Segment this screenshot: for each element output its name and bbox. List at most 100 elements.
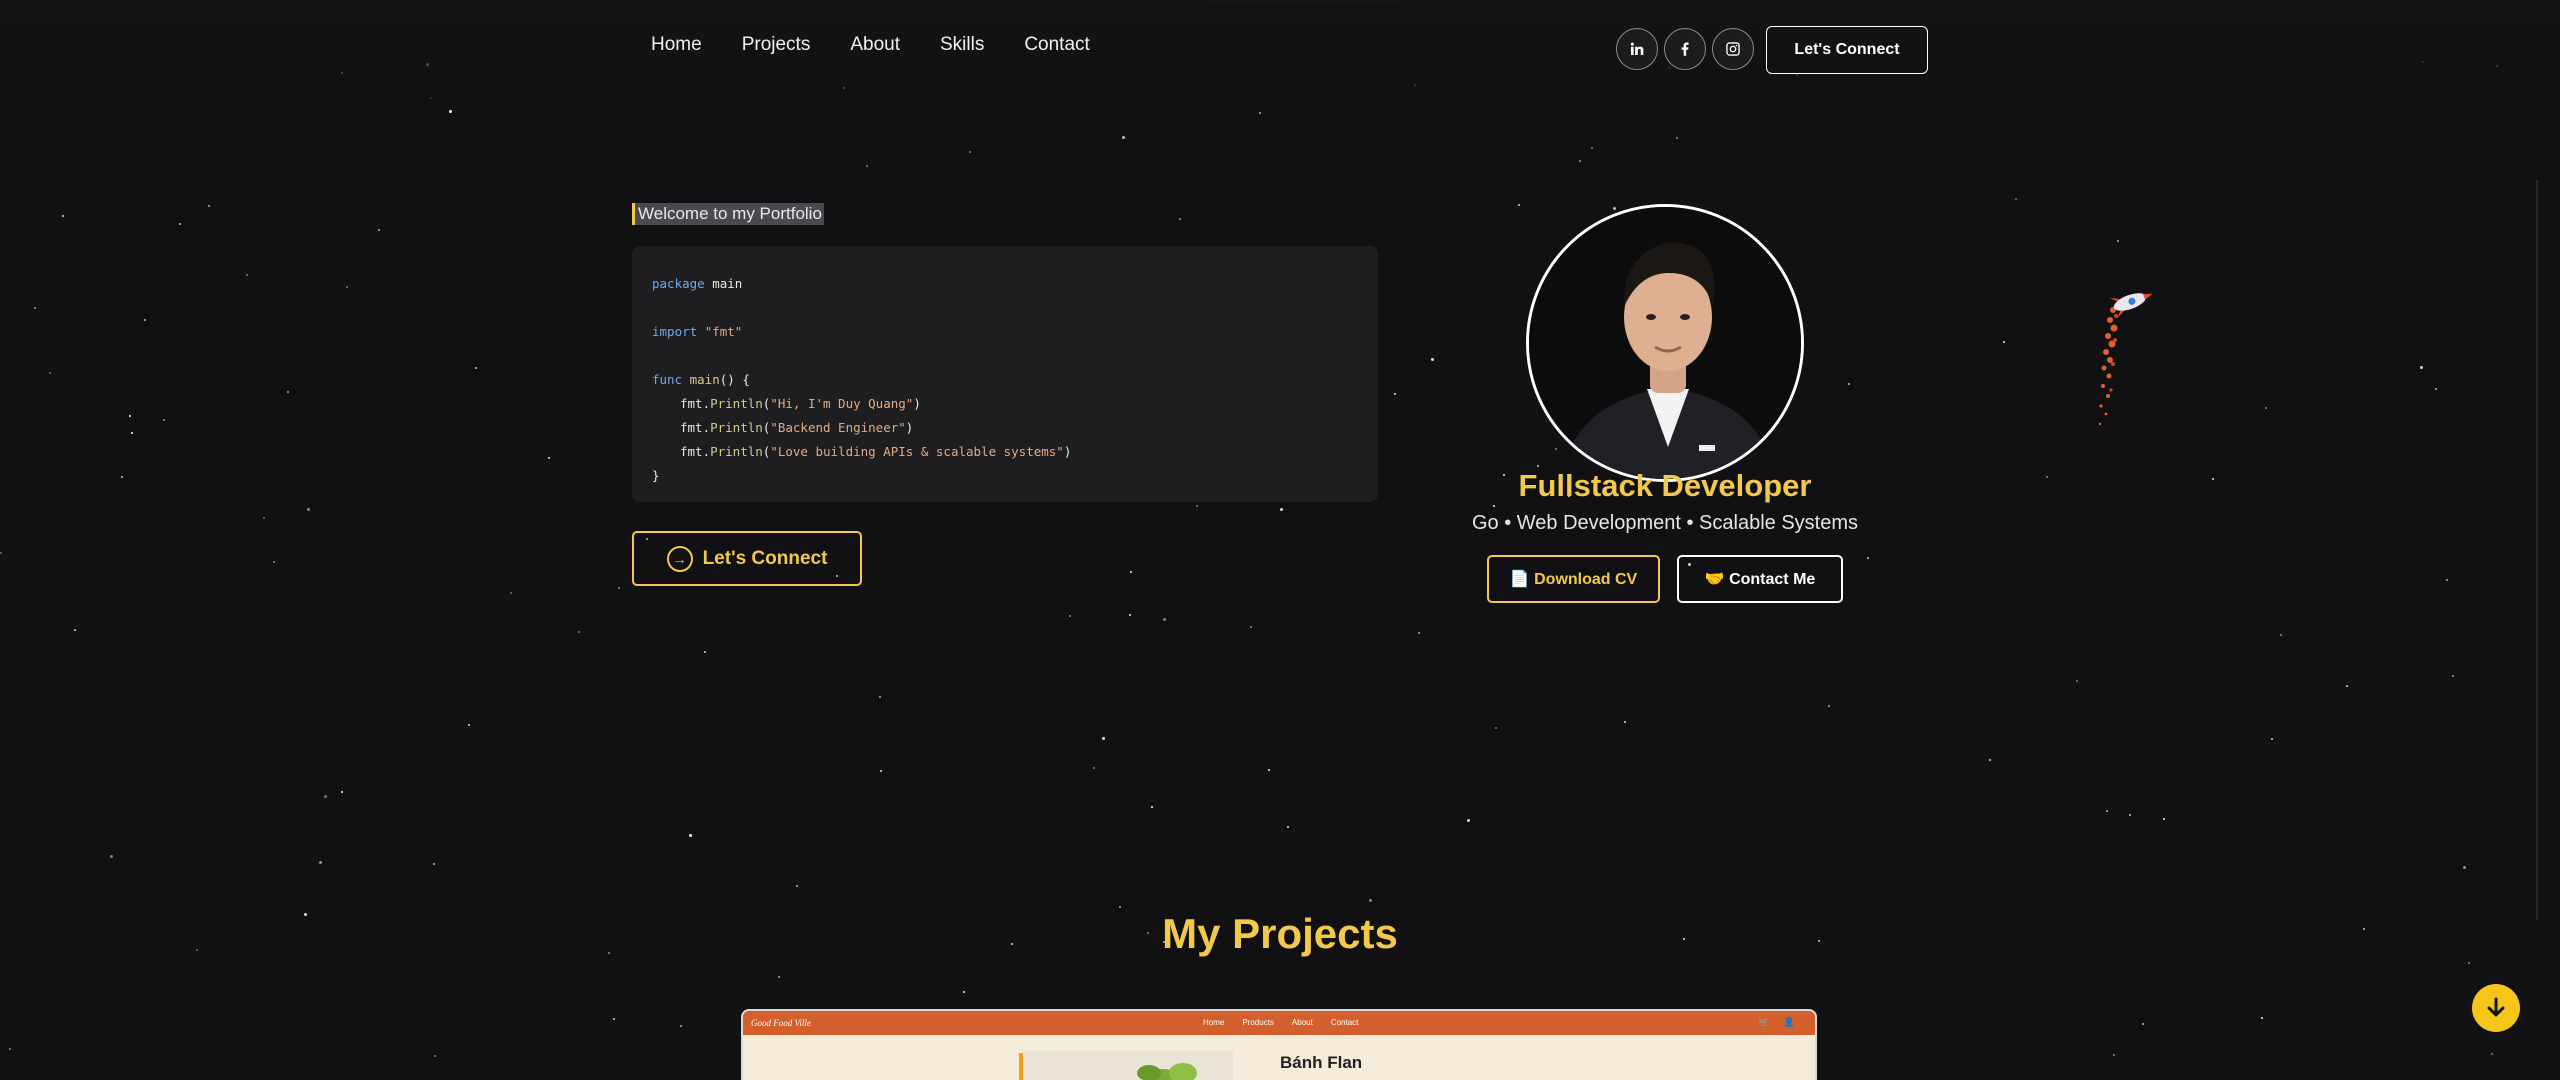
star bbox=[1613, 207, 1616, 210]
star bbox=[1102, 737, 1105, 740]
contact-me-button[interactable]: 🤝 Contact Me bbox=[1677, 555, 1843, 603]
star bbox=[1495, 727, 1497, 729]
star bbox=[1828, 705, 1830, 707]
star bbox=[1151, 806, 1153, 808]
star bbox=[62, 215, 64, 217]
download-cv-button[interactable]: 📄 Download CV bbox=[1487, 555, 1660, 603]
star bbox=[2076, 680, 2078, 682]
star bbox=[1179, 218, 1181, 220]
code-text: () { bbox=[719, 372, 750, 387]
projects-heading: My Projects bbox=[1162, 910, 1398, 957]
code-text: } bbox=[652, 468, 660, 483]
star bbox=[1467, 819, 1470, 822]
star bbox=[2468, 962, 2470, 964]
linkedin-icon[interactable] bbox=[1616, 28, 1658, 70]
hero-connect-label: Let's Connect bbox=[702, 547, 828, 569]
star bbox=[1518, 204, 1520, 206]
nav-link-skills[interactable]: Skills bbox=[940, 34, 984, 56]
star bbox=[1591, 147, 1593, 149]
preview-nav-icons: 🛒 👤 bbox=[1759, 1017, 1795, 1028]
profile-avatar bbox=[1526, 204, 1804, 482]
project-preview-card[interactable]: Good Food Ville Home Products About Cont… bbox=[741, 1009, 1817, 1080]
preview-nav-links: Home Products About Contact bbox=[1203, 1018, 1358, 1027]
star bbox=[510, 592, 512, 594]
star bbox=[1579, 160, 1581, 162]
star bbox=[2129, 814, 2131, 816]
star bbox=[578, 631, 580, 633]
nav-link-home[interactable]: Home bbox=[651, 34, 702, 56]
nav-links: Home Projects About Skills Contact bbox=[651, 34, 1090, 56]
star bbox=[468, 724, 470, 726]
star bbox=[618, 587, 620, 589]
star bbox=[680, 1025, 682, 1027]
code-object: fmt. bbox=[680, 420, 711, 435]
code-function: main bbox=[682, 372, 720, 387]
star bbox=[1268, 769, 1270, 771]
navbar: Home Projects About Skills Contact Let's… bbox=[0, 0, 2560, 100]
code-block: package main import "fmt" func main() { … bbox=[632, 246, 1378, 502]
star bbox=[1537, 465, 1539, 467]
star bbox=[324, 795, 327, 798]
code-object: fmt. bbox=[680, 396, 711, 411]
star bbox=[796, 885, 798, 887]
star bbox=[2046, 476, 2048, 478]
nav-link-contact[interactable]: Contact bbox=[1024, 34, 1089, 56]
star bbox=[1250, 626, 1252, 628]
scroll-down-button[interactable] bbox=[2472, 984, 2520, 1032]
preview-nav-link: About bbox=[1291, 1018, 1313, 1027]
star bbox=[2003, 341, 2005, 343]
code-method: Println bbox=[710, 420, 763, 435]
star bbox=[879, 696, 881, 698]
star bbox=[1989, 759, 1991, 761]
code-keyword: func bbox=[652, 372, 683, 387]
star bbox=[49, 372, 51, 374]
star bbox=[110, 855, 113, 858]
star bbox=[2280, 634, 2282, 636]
star bbox=[179, 223, 181, 225]
star bbox=[0, 552, 2, 554]
developer-subtitle: Go • Web Development • Scalable Systems bbox=[1471, 512, 1859, 534]
star bbox=[1119, 906, 1121, 908]
code-keyword: import bbox=[652, 324, 698, 339]
star bbox=[2271, 738, 2273, 740]
star bbox=[548, 457, 550, 459]
nav-link-projects[interactable]: Projects bbox=[742, 34, 811, 56]
star bbox=[1259, 112, 1261, 114]
star bbox=[2142, 1023, 2144, 1025]
preview-product-name: Bánh Flan bbox=[1280, 1053, 1363, 1072]
star bbox=[434, 1055, 436, 1057]
nav-connect-button[interactable]: Let's Connect bbox=[1766, 26, 1928, 74]
instagram-icon[interactable] bbox=[1712, 28, 1754, 70]
facebook-icon[interactable] bbox=[1664, 28, 1706, 70]
star bbox=[2346, 685, 2348, 687]
star bbox=[449, 110, 452, 113]
star bbox=[613, 1018, 615, 1020]
arrow-down-icon bbox=[2487, 997, 2505, 1017]
preview-nav-link: Contact bbox=[1330, 1018, 1359, 1027]
star bbox=[246, 274, 248, 276]
star bbox=[2015, 198, 2017, 200]
star bbox=[963, 991, 965, 993]
star bbox=[273, 561, 275, 563]
star bbox=[1122, 136, 1125, 139]
star bbox=[475, 367, 477, 369]
preview-body: Bánh Flan bbox=[743, 1035, 1815, 1080]
code-method: Println bbox=[710, 396, 763, 411]
star bbox=[346, 286, 348, 288]
preview-product-image bbox=[1023, 1051, 1233, 1080]
star bbox=[1287, 826, 1289, 828]
star bbox=[2261, 1017, 2263, 1019]
star bbox=[341, 791, 343, 793]
star bbox=[1369, 899, 1372, 902]
star bbox=[866, 165, 868, 167]
star bbox=[74, 629, 76, 631]
hero-connect-button[interactable]: → Let's Connect bbox=[632, 531, 862, 586]
star bbox=[2420, 366, 2423, 369]
nav-link-about[interactable]: About bbox=[850, 34, 900, 56]
preview-brand: Good Food Ville bbox=[751, 1018, 811, 1028]
star bbox=[1129, 614, 1131, 616]
star bbox=[1867, 557, 1869, 559]
star bbox=[2463, 866, 2466, 869]
star bbox=[144, 319, 146, 321]
code-string: "Backend Engineer" bbox=[770, 420, 906, 435]
